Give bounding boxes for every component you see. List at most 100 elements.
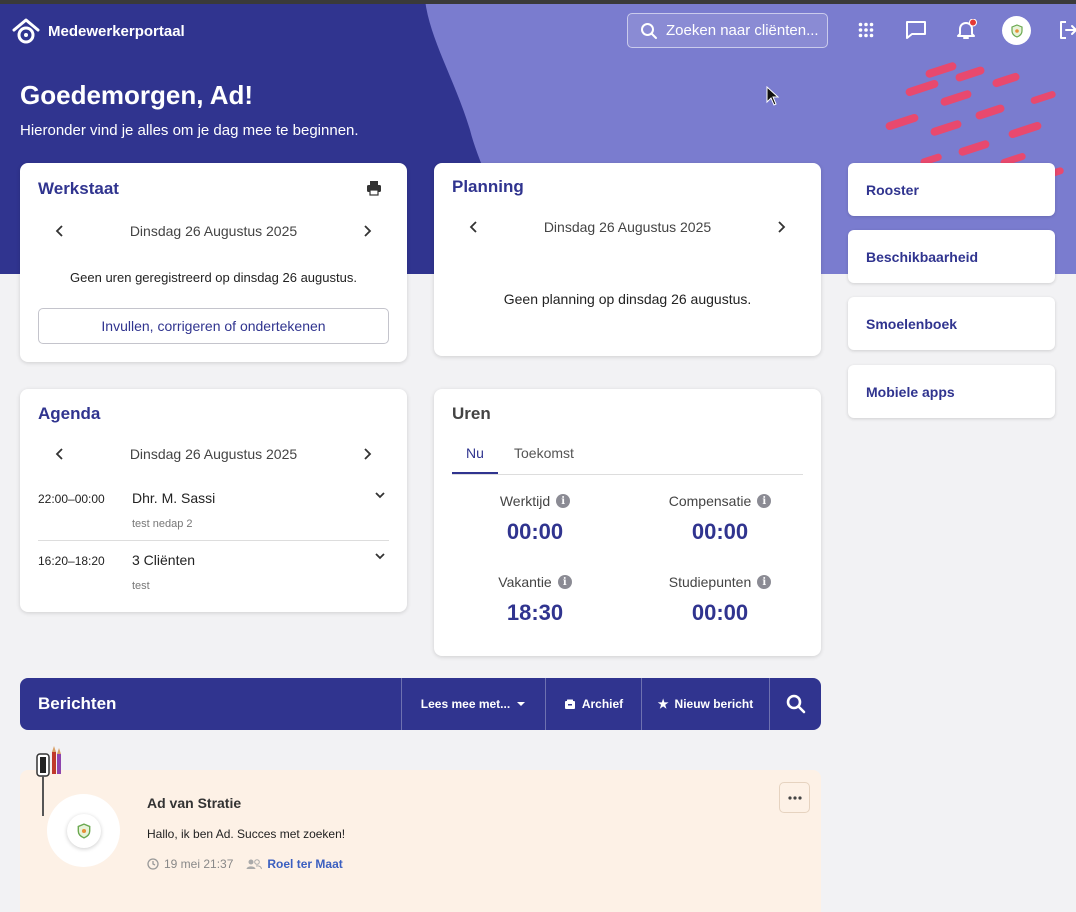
tab-toekomst[interactable]: Toekomst (514, 445, 574, 472)
client-search[interactable] (627, 13, 828, 48)
chevron-left-icon (55, 225, 63, 237)
previous-day-button[interactable] (464, 217, 484, 237)
nieuw-bericht-button[interactable]: ★ Nieuw bericht (641, 678, 769, 730)
users-icon (246, 859, 263, 870)
print-icon (367, 181, 381, 196)
post-date: 19 mei 21:37 (164, 857, 234, 871)
info-icon[interactable]: i (757, 494, 772, 508)
shield-logo-icon (1010, 23, 1023, 38)
print-button[interactable] (366, 180, 382, 201)
previous-day-button[interactable] (50, 221, 70, 241)
pushpin-decoration-icon (36, 746, 61, 816)
uren-card: Uren Nu Toekomst Werktijd i 00:00 Compens… (434, 389, 821, 656)
chevron-down-icon[interactable] (373, 549, 387, 563)
agenda-title: Agenda (38, 404, 101, 423)
stat-value: 00:00 (691, 519, 749, 544)
info-icon[interactable]: i (557, 575, 572, 589)
more-dots-icon (787, 795, 802, 800)
chevron-left-icon (469, 221, 477, 233)
tab-nu[interactable]: Nu (452, 445, 498, 474)
stat-value: 00:00 (506, 519, 564, 544)
sidebar-item-label: Beschikbaarheid (866, 248, 979, 265)
werkstaat-title: Werkstaat (38, 179, 119, 198)
greeting-heading: Goedemorgen, Ad! (20, 80, 254, 110)
home-logo-icon (12, 18, 40, 44)
agenda-date-nav: Dinsdag 26 Augustus 2025 (20, 444, 407, 464)
sidebar-item-mobiele-apps[interactable]: Mobiele apps (848, 365, 1055, 418)
archive-icon (564, 699, 575, 709)
werkstaat-date-nav: Dinsdag 26 Augustus 2025 (20, 221, 407, 241)
greeting-subtitle: Hieronder vind je alles om je dag mee te… (20, 122, 359, 139)
planning-title: Planning (452, 177, 524, 196)
archief-button[interactable]: Archief (545, 678, 641, 730)
uren-tabs: Nu Toekomst (452, 437, 803, 475)
chevron-right-icon (364, 448, 372, 460)
chat-icon (906, 21, 926, 39)
message-post: Ad van Stratie Hallo, ik ben Ad. Succes … (20, 770, 821, 912)
search-icon (786, 694, 805, 714)
sidebar-item-rooster[interactable]: Rooster (848, 163, 1055, 216)
caret-down-icon (517, 702, 526, 706)
agenda-item-time: 16:20–18:20 (38, 554, 105, 568)
logout-button[interactable] (1056, 18, 1076, 42)
planning-empty-message: Geen planning op dinsdag 26 augustus. (503, 291, 752, 307)
nieuw-bericht-label: Nieuw bericht (674, 697, 754, 711)
agenda-item[interactable]: 16:20–18:20 3 Cliënten test (38, 549, 389, 597)
stat-studiepunten: Studiepunten i 00:00 (630, 574, 810, 626)
stat-compensatie: Compensatie i 00:00 (630, 493, 810, 545)
agenda-item-subtitle: test (132, 580, 150, 592)
bell-icon (957, 19, 977, 39)
lees-mee-label: Lees mee met... (420, 697, 511, 711)
sidebar-item-label: Smoelenboek (866, 315, 958, 332)
archief-label: Archief (581, 697, 624, 711)
mouse-cursor-icon (766, 86, 780, 106)
brand-name: Medewerkerportaal (48, 22, 185, 40)
agenda-card: Agenda Dinsdag 26 Augustus 2025 22:00–00… (20, 389, 407, 612)
agenda-item-time: 22:00–00:00 (38, 492, 105, 506)
stat-label: Vakantie (498, 574, 552, 590)
lees-mee-dropdown[interactable]: Lees mee met... (401, 678, 545, 730)
next-day-button[interactable] (357, 444, 377, 464)
post-meta: 19 mei 21:37 Roel ter Maat (147, 857, 343, 871)
sidebar-item-smoelenboek[interactable]: Smoelenboek (848, 297, 1055, 350)
stat-label: Werktijd (499, 493, 551, 509)
chevron-right-icon (364, 225, 372, 237)
agenda-item-name: 3 Cliënten (132, 552, 196, 568)
previous-day-button[interactable] (50, 444, 70, 464)
werkstaat-date: Dinsdag 26 Augustus 2025 (129, 223, 298, 239)
user-avatar-button[interactable] (1002, 16, 1031, 45)
post-text: Hallo, ik ben Ad. Succes met zoeken! (147, 827, 346, 841)
post-more-options-button[interactable] (779, 782, 810, 813)
logout-icon (1060, 21, 1076, 39)
berichten-search-button[interactable] (769, 678, 821, 730)
planning-date-nav: Dinsdag 26 Augustus 2025 (434, 217, 821, 237)
search-input[interactable] (666, 22, 826, 39)
stat-value: 00:00 (691, 600, 749, 625)
window-top-border (0, 0, 1076, 4)
chevron-down-icon[interactable] (373, 488, 387, 502)
post-recipient-link[interactable]: Roel ter Maat (267, 857, 342, 871)
stat-value: 18:30 (506, 600, 564, 625)
shield-logo-icon (77, 822, 90, 839)
chevron-right-icon (778, 221, 786, 233)
planning-date: Dinsdag 26 Augustus 2025 (543, 219, 712, 235)
fill-correct-sign-button[interactable]: Invullen, corrigeren of ondertekenen (38, 308, 389, 344)
agenda-item[interactable]: 22:00–00:00 Dhr. M. Sassi test nedap 2 (38, 485, 389, 541)
info-icon[interactable]: i (556, 494, 571, 508)
messages-button[interactable] (904, 18, 928, 42)
star-icon: ★ (657, 697, 669, 711)
berichten-toolbar: Berichten Lees mee met... Archief ★ Nieu… (20, 678, 821, 730)
stat-label: Studiepunten (668, 574, 752, 590)
info-icon[interactable]: i (757, 575, 772, 589)
next-day-button[interactable] (357, 221, 377, 241)
planning-card: Planning Dinsdag 26 Augustus 2025 Geen p… (434, 163, 821, 356)
stat-vakantie: Vakantie i 18:30 (445, 574, 625, 626)
sidebar-item-beschikbaarheid[interactable]: Beschikbaarheid (848, 230, 1055, 283)
apps-button[interactable] (854, 18, 878, 42)
apps-grid-icon (858, 22, 874, 38)
next-day-button[interactable] (771, 217, 791, 237)
brand-logo-link[interactable]: Medewerkerportaal (12, 18, 185, 44)
notifications-button[interactable] (954, 18, 978, 42)
agenda-item-name: Dhr. M. Sassi (132, 490, 216, 506)
stat-label: Compensatie (668, 493, 752, 509)
